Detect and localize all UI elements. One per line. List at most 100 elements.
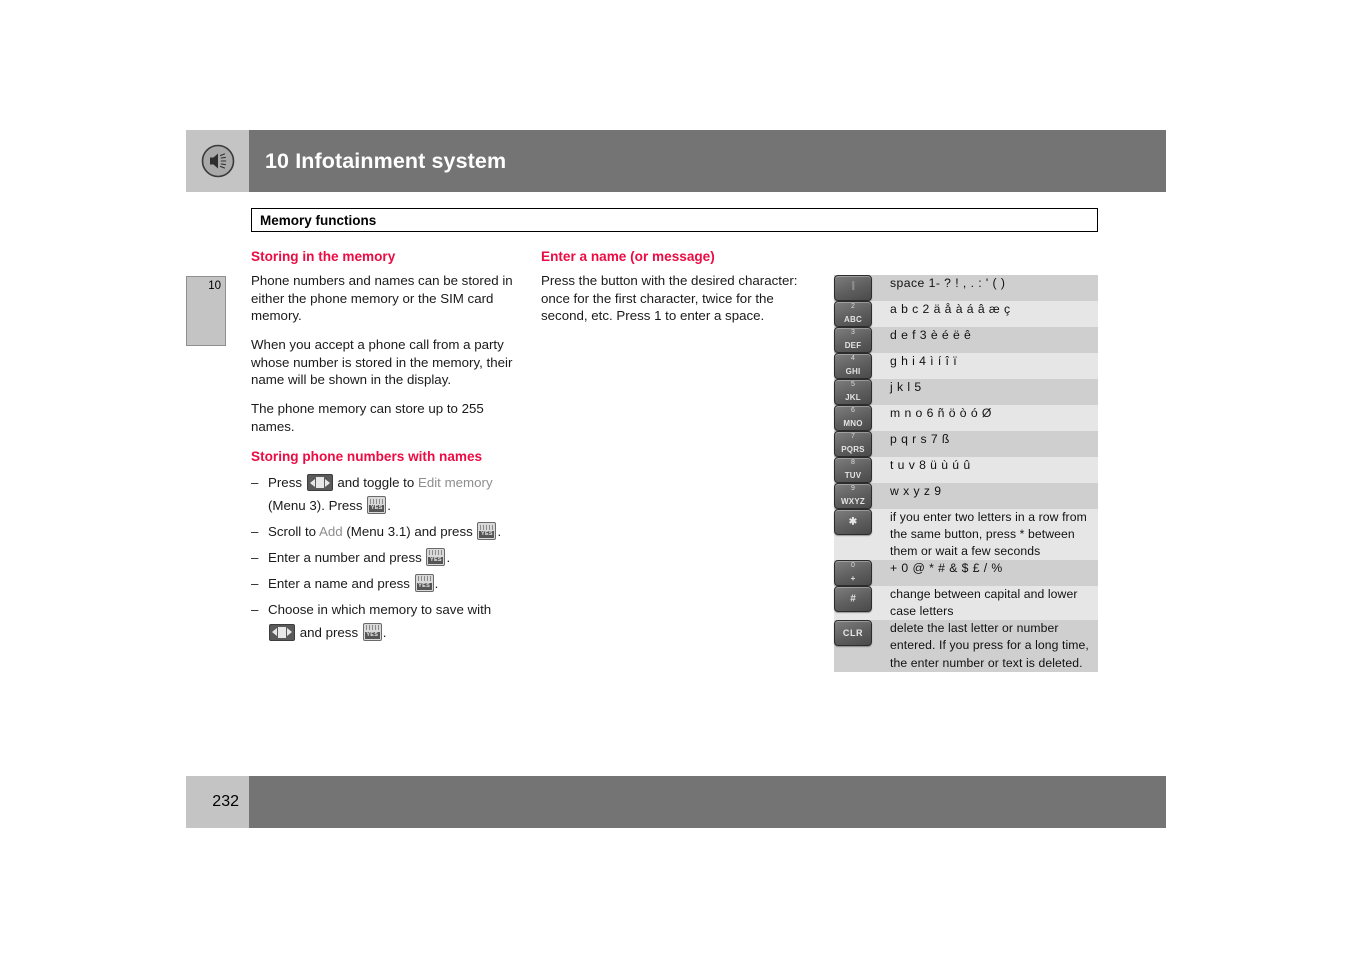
key-number-label: 5 (851, 381, 855, 388)
key-letters-label: GHI (845, 367, 861, 376)
keypad-description-cell: change between capital and lower case le… (890, 587, 1078, 619)
yes-key-icon: YES (362, 622, 382, 641)
key-clr-label: CLR (842, 628, 864, 639)
step-text: and press (296, 624, 362, 640)
keypad-key-cell: 2 ABC (834, 301, 890, 327)
keypad-table-row: 4 GHI g h i 4 ì í î ï (834, 353, 1098, 379)
key-5-icon: 5 JKL (834, 379, 872, 405)
section-title-box: Memory functions (251, 208, 1098, 232)
keypad-table-row: 2 ABC a b c 2 ä å à á â æ ç (834, 301, 1098, 327)
left-heading-storing-phone-numbers: Storing phone numbers with names (251, 449, 483, 465)
keypad-key-cell: 0 + (834, 560, 890, 587)
menu-reference: Add (319, 524, 343, 540)
step-item: – Press and toggle to Edit memory (Menu 3… (251, 472, 521, 518)
keypad-key-cell: 8 TUV (834, 457, 890, 483)
page-title: 10 Infotainment system (265, 148, 507, 173)
key-number-label: 7 (851, 433, 855, 440)
keypad-table-row: 0 + + 0 @ * # & $ £ / % (834, 560, 1098, 587)
step-text: Press (268, 475, 306, 491)
key-letters-label: WXYZ (841, 497, 865, 506)
key-3-icon: 3 DEF (834, 327, 872, 353)
keypad-key-cell: 6 MNO (834, 405, 890, 431)
step-text: and toggle to (333, 475, 418, 491)
toggle-key-icon (306, 474, 333, 492)
yes-key-icon: YES (426, 547, 446, 566)
step-item: – Enter a number and press YES. (251, 547, 521, 570)
yes-key-icon: YES (367, 496, 387, 515)
key-2-icon: 2 ABC (834, 301, 872, 327)
step-dash: – (251, 549, 259, 565)
key-number-label: 8 (851, 459, 855, 466)
key-number-label: 0 (851, 562, 855, 570)
keypad-key-cell: ✱ (834, 509, 890, 560)
keypad-description-cell: d e f 3 è é ë ê (890, 328, 972, 342)
key-number-label: 6 (851, 407, 855, 414)
keypad-table-row: 8 TUV t u v 8 ü ù ú û (834, 457, 1098, 483)
keypad-table-row: CLR delete the last letter or number ente… (834, 620, 1098, 672)
chapter-tab: 10 (186, 276, 226, 346)
step-text: . (434, 575, 439, 591)
left-paragraph-2: When you accept a phone call from a part… (251, 337, 513, 388)
keypad-description-cell: j k l 5 (890, 380, 922, 394)
keypad-table-row: 3 DEF d e f 3 è é ë ê (834, 327, 1098, 353)
keypad-table-row: # change between capital and lower case l… (834, 586, 1098, 621)
step-item: – Choose in which memory to save with and… (251, 599, 521, 645)
keypad-table-row: 6 MNO m n o 6 ñ ö ò ó Ø (834, 405, 1098, 431)
keypad-key-cell: 9 WXYZ (834, 483, 890, 509)
left-heading-storing-in-the-memory: Storing in the memory (251, 249, 396, 264)
steps-list: – Press and toggle to Edit memory (Menu 3… (251, 472, 521, 644)
step-text: . (382, 624, 387, 640)
keypad-description-cell: if you enter two letters in a row from t… (890, 510, 1087, 559)
section-title: Memory functions (260, 212, 377, 228)
keypad-key-cell: 5 JKL (834, 379, 890, 405)
keypad-description-cell: m n o 6 ñ ö ò ó Ø (890, 406, 992, 420)
chapter-header-bar: 10 Infotainment system (186, 130, 1166, 192)
keypad-key-cell: # (834, 586, 890, 620)
key-number-label: 9 (851, 485, 855, 492)
page-number: 232 (212, 793, 239, 810)
step-text: . (387, 498, 391, 514)
key-0-icon: 0 + (834, 560, 872, 587)
yes-key-icon: YES (477, 522, 497, 541)
key-1-icon (834, 275, 872, 301)
toggle-key-icon (269, 623, 295, 641)
key-number-label: 2 (851, 303, 855, 310)
chapter-tab-number: 10 (208, 280, 221, 292)
keypad-key-cell: 4 GHI (834, 353, 890, 379)
key-number-label: 3 (851, 329, 855, 336)
keypad-key-cell: CLR (834, 620, 890, 671)
key-9-icon: 9 WXYZ (834, 483, 872, 509)
chapter-icon-box (186, 130, 249, 192)
keypad-key-cell: 7 PQRS (834, 431, 890, 457)
keypad-description-cell: + 0 @ * # & $ £ / % (890, 561, 1003, 576)
keypad-character-table: space 1- ? ! , . : ' ( ) 2 ABC a b c 2 ä å … (834, 275, 1098, 672)
keypad-table-row: 9 WXYZ w x y z 9 (834, 483, 1098, 509)
middle-heading-enter-a-name: Enter a name (or message) (541, 249, 715, 264)
key-7-icon: 7 PQRS (834, 431, 872, 457)
step-dash: – (251, 575, 259, 591)
keypad-description-cell: space 1- ? ! , . : ' ( ) (890, 276, 1006, 290)
key-6-icon: 6 MNO (834, 405, 872, 431)
key-letters-label: PQRS (841, 445, 865, 454)
keypad-description-cell: a b c 2 ä å à á â æ ç (890, 302, 1011, 316)
step-text: Choose in which memory to save with (268, 601, 492, 617)
menu-reference: Edit memory (417, 475, 493, 491)
keypad-table-row: 7 PQRS p q r s 7 ß (834, 431, 1098, 457)
key-hash-icon: # (834, 586, 872, 613)
step-text: Enter a name and press (268, 575, 414, 591)
key-letters-label: DEF (844, 341, 862, 350)
key-letters-label: + (850, 574, 856, 584)
step-item: – Scroll to Add (Menu 3.1) and press YES. (251, 521, 521, 544)
key-letters-label: JKL (845, 393, 861, 402)
key-8-icon: 8 TUV (834, 457, 872, 483)
keypad-description-cell: p q r s 7 ß (890, 432, 950, 446)
step-text: . (446, 549, 451, 565)
step-dash: – (251, 475, 259, 491)
key-number-label: 4 (851, 355, 855, 362)
step-dash: – (251, 601, 259, 617)
key-letters-label: MNO (843, 419, 863, 428)
left-paragraph-1: Phone numbers and names can be stored in… (251, 272, 513, 324)
yes-key-icon: YES (414, 573, 434, 592)
keypad-description-cell: w x y z 9 (890, 484, 942, 498)
keypad-description-cell: delete the last letter or number entered… (890, 621, 1089, 670)
